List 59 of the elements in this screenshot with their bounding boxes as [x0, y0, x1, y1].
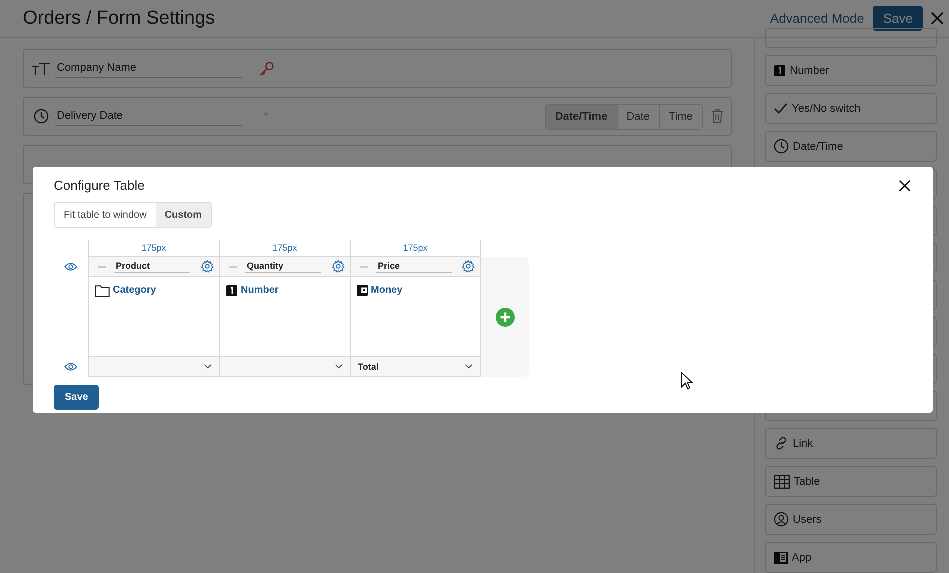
user-icon: [774, 512, 789, 527]
wallet-icon: [357, 285, 368, 296]
settings-icon[interactable]: [332, 260, 345, 273]
drag-handle-icon[interactable]: [360, 266, 368, 268]
dialog-title: Configure Table: [54, 178, 145, 192]
settings-icon[interactable]: [462, 260, 475, 273]
folder-icon: [95, 285, 110, 297]
page-title: Orders / Form Settings: [23, 8, 216, 30]
field-type-label: Link: [793, 438, 814, 450]
field-name-input[interactable]: Company Name: [55, 59, 242, 78]
number-icon: [226, 285, 238, 297]
field-type-label: Number: [790, 64, 830, 76]
column-type-link[interactable]: Category: [113, 285, 156, 296]
field-type-label: Yes/No switch: [792, 102, 861, 114]
field-type-label: Date/Time: [793, 140, 844, 152]
field-type-card[interactable]: Table: [765, 466, 937, 497]
drag-handle-icon[interactable]: [98, 266, 106, 268]
clock-icon: [774, 139, 789, 154]
format-tab[interactable]: Date/Time: [546, 104, 617, 128]
required-mark: *: [264, 110, 268, 122]
chevron-down-icon: [335, 364, 343, 369]
field-type-card[interactable]: Number: [765, 55, 937, 86]
column-type-link[interactable]: Money: [371, 285, 403, 296]
column-name-input[interactable]: Price: [376, 260, 452, 273]
close-icon[interactable]: [899, 179, 911, 191]
format-tab[interactable]: Time: [658, 104, 702, 128]
field-type-label: App: [792, 552, 812, 564]
eye-icon[interactable]: [64, 262, 78, 272]
width-mode-tab[interactable]: Custom: [156, 203, 212, 227]
field-type-card[interactable]: Users: [765, 504, 937, 535]
field-type-card[interactable]: Link: [765, 428, 937, 459]
cursor-icon: [681, 372, 693, 390]
table-icon: [774, 474, 790, 488]
column-name-input[interactable]: Product: [114, 260, 190, 273]
drag-handle-icon[interactable]: [229, 266, 237, 268]
field-type-label: Users: [793, 514, 822, 526]
field-type-label: Table: [794, 476, 820, 488]
text-type-icon: [31, 62, 51, 76]
settings-icon[interactable]: [201, 260, 214, 273]
aggregate-value: Total: [358, 362, 379, 372]
field-type-card[interactable]: Yes/No switch: [765, 93, 937, 124]
chevron-down-icon: [204, 364, 212, 369]
field-name-input[interactable]: Delivery Date: [55, 107, 242, 126]
column-type-link[interactable]: Number: [241, 285, 279, 296]
check-icon: [774, 102, 788, 114]
trash-icon[interactable]: [711, 109, 724, 124]
number-icon: [774, 64, 786, 76]
aggregate-dropdown[interactable]: Total: [351, 357, 480, 377]
advanced-mode-link[interactable]: Advanced Mode: [770, 11, 864, 26]
field-type-card[interactable]: App: [765, 542, 937, 573]
field-type-card[interactable]: Date/Time: [765, 131, 937, 162]
eye-icon[interactable]: [64, 362, 78, 372]
save-button[interactable]: Save: [873, 6, 923, 31]
app-icon: [774, 552, 788, 564]
save-button[interactable]: Save: [54, 385, 100, 410]
chevron-down-icon: [465, 364, 473, 369]
column-name-input[interactable]: Quantity: [245, 260, 321, 273]
link-icon: [774, 436, 789, 451]
add-icon[interactable]: [496, 308, 514, 326]
